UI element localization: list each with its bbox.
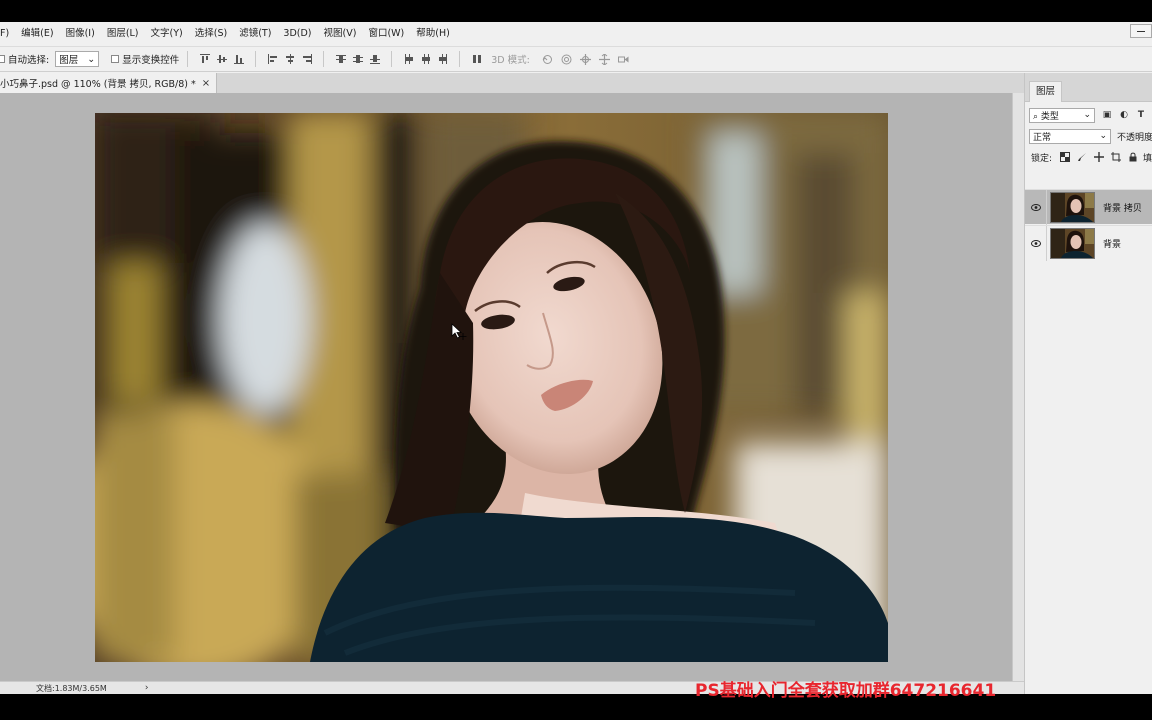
- auto-select-label: 自动选择:: [8, 55, 50, 66]
- distribute-vcenter-icon[interactable]: [352, 54, 363, 64]
- document-tab-title: 小巧鼻子.psd @ 110% (背景 拷贝, RGB/8) *: [0, 79, 196, 90]
- visibility-toggle[interactable]: [1025, 189, 1047, 225]
- menu-view[interactable]: 视图(V): [318, 22, 363, 45]
- menu-filter[interactable]: 滤镜(T): [233, 22, 277, 45]
- lock-paint-icon[interactable]: [1077, 152, 1087, 162]
- lock-position-icon[interactable]: [1093, 152, 1104, 162]
- chevron-down-icon: ⌄: [87, 53, 96, 65]
- portrait-photo: [95, 113, 888, 662]
- distribute-left-icon[interactable]: [404, 54, 414, 64]
- show-transform-label: 显示变换控件: [122, 55, 180, 66]
- lock-label: 锁定:: [1031, 153, 1053, 164]
- distribute-hcenter-icon[interactable]: [421, 54, 431, 64]
- vertical-scrollbar[interactable]: [1012, 93, 1024, 681]
- chevron-down-icon: ⌄: [1083, 110, 1091, 120]
- minimize-button[interactable]: [1130, 24, 1152, 38]
- 3d-pan-icon[interactable]: [579, 53, 591, 65]
- auto-select-checkbox[interactable]: [0, 55, 5, 63]
- promo-watermark: PS基础入门全套获取加群647216641: [695, 681, 997, 701]
- align-bottom-icon[interactable]: [233, 54, 244, 64]
- menu-bar: F) 编辑(E) 图像(I) 图层(L) 文字(Y) 选择(S) 滤镜(T) 3…: [0, 22, 1152, 45]
- distribute-right-icon[interactable]: [438, 54, 448, 64]
- lock-artboard-icon[interactable]: [1110, 152, 1121, 162]
- menu-file[interactable]: F): [0, 22, 15, 45]
- menu-select[interactable]: 选择(S): [189, 22, 233, 45]
- blend-mode-dropdown[interactable]: 正常 ⌄: [1029, 128, 1111, 144]
- lock-all-icon[interactable]: [1128, 152, 1138, 162]
- auto-select-dropdown[interactable]: 图层 ⌄: [55, 51, 100, 67]
- align-hcenter-icon[interactable]: [285, 54, 295, 64]
- separator: [391, 51, 393, 67]
- blend-row: 正常 ⌄ 不透明度: [1029, 128, 1152, 144]
- 3d-slide-icon[interactable]: [598, 53, 610, 65]
- lock-transparent-icon[interactable]: [1059, 152, 1070, 162]
- menu-type[interactable]: 文字(Y): [145, 22, 189, 45]
- 3d-scale-icon[interactable]: [617, 54, 629, 65]
- distribute-top-icon[interactable]: [335, 54, 346, 64]
- distribute-bottom-icon[interactable]: [369, 54, 380, 64]
- align-vcenter-icon[interactable]: [216, 54, 227, 64]
- menu-image[interactable]: 图像(I): [60, 22, 101, 45]
- align-top-icon[interactable]: [199, 54, 210, 64]
- layer-name[interactable]: 背景 拷贝: [1103, 201, 1142, 214]
- separator: [323, 51, 325, 67]
- layers-panel: 图层 ⌕ 类型 ⌄ ▣ ◐ T 正常 ⌄ 不透明度 锁定: 填充: [1024, 73, 1152, 694]
- document-tab[interactable]: 小巧鼻子.psd @ 110% (背景 拷贝, RGB/8) * ×: [0, 73, 218, 93]
- separator: [255, 51, 257, 67]
- align-left-icon[interactable]: [267, 54, 278, 64]
- layer-row-background-copy[interactable]: 背景 拷贝: [1025, 189, 1152, 225]
- photoshop-window: F) 编辑(E) 图像(I) 图层(L) 文字(Y) 选择(S) 滤镜(T) 3…: [0, 22, 1152, 694]
- adjustment-filter-icon[interactable]: ◐: [1119, 110, 1129, 120]
- eye-icon: [1030, 239, 1041, 247]
- eye-icon: [1030, 203, 1041, 211]
- 3d-roll-icon[interactable]: [561, 54, 572, 65]
- separator: [187, 51, 189, 67]
- auto-align-icon[interactable]: [472, 54, 482, 64]
- menu-3d[interactable]: 3D(D): [277, 22, 317, 45]
- document-size-status: 文档:1.83M/3.65M: [36, 683, 107, 693]
- layer-name[interactable]: 背景: [1103, 237, 1121, 250]
- opacity-label: 不透明度: [1116, 132, 1152, 143]
- lock-row: 锁定: 填充: [1031, 150, 1152, 164]
- menu-help[interactable]: 帮助(H): [410, 22, 456, 45]
- close-icon[interactable]: ×: [202, 78, 210, 89]
- document-tab-bar: 小巧鼻子.psd @ 110% (背景 拷贝, RGB/8) * ×: [0, 73, 1024, 93]
- menu-edit[interactable]: 编辑(E): [15, 22, 59, 45]
- layer-thumbnail: [1050, 227, 1095, 259]
- show-transform-checkbox[interactable]: [111, 55, 120, 63]
- image-filter-icon[interactable]: ▣: [1102, 110, 1112, 120]
- align-right-icon[interactable]: [302, 54, 312, 64]
- 3d-orbit-icon[interactable]: [542, 54, 553, 65]
- blend-mode-value: 正常: [1033, 132, 1052, 143]
- fill-label: 填充: [1143, 153, 1152, 164]
- separator: [459, 51, 461, 67]
- layer-filter-dropdown[interactable]: ⌕ 类型 ⌄: [1029, 107, 1095, 123]
- type-filter-icon[interactable]: T: [1136, 110, 1146, 120]
- status-menu-arrow[interactable]: ›: [145, 683, 149, 693]
- chevron-down-icon: ⌄: [1099, 131, 1107, 141]
- auto-select-value: 图层: [59, 55, 79, 66]
- search-icon: ⌕: [1033, 111, 1039, 122]
- layer-row-background[interactable]: 背景: [1025, 225, 1152, 261]
- panel-tab-bar: 图层: [1025, 73, 1152, 102]
- tab-layers[interactable]: 图层: [1029, 81, 1063, 102]
- minimize-icon: [1137, 30, 1145, 32]
- layer-filter-row: ⌕ 类型 ⌄ ▣ ◐ T: [1029, 107, 1152, 123]
- 3d-mode-label: 3D 模式:: [491, 55, 530, 66]
- menu-window[interactable]: 窗口(W): [362, 22, 410, 45]
- menu-layer[interactable]: 图层(L): [101, 22, 145, 45]
- visibility-toggle[interactable]: [1025, 225, 1047, 261]
- layer-filter-value: 类型: [1040, 111, 1059, 122]
- canvas-workspace[interactable]: [0, 93, 1012, 681]
- move-cursor-icon: [451, 323, 467, 340]
- options-bar: 自动选择: 图层 ⌄ 显示变换控件 3D 模式:: [0, 46, 1152, 72]
- layer-thumbnail: [1050, 191, 1095, 223]
- document-canvas-image[interactable]: [95, 113, 888, 662]
